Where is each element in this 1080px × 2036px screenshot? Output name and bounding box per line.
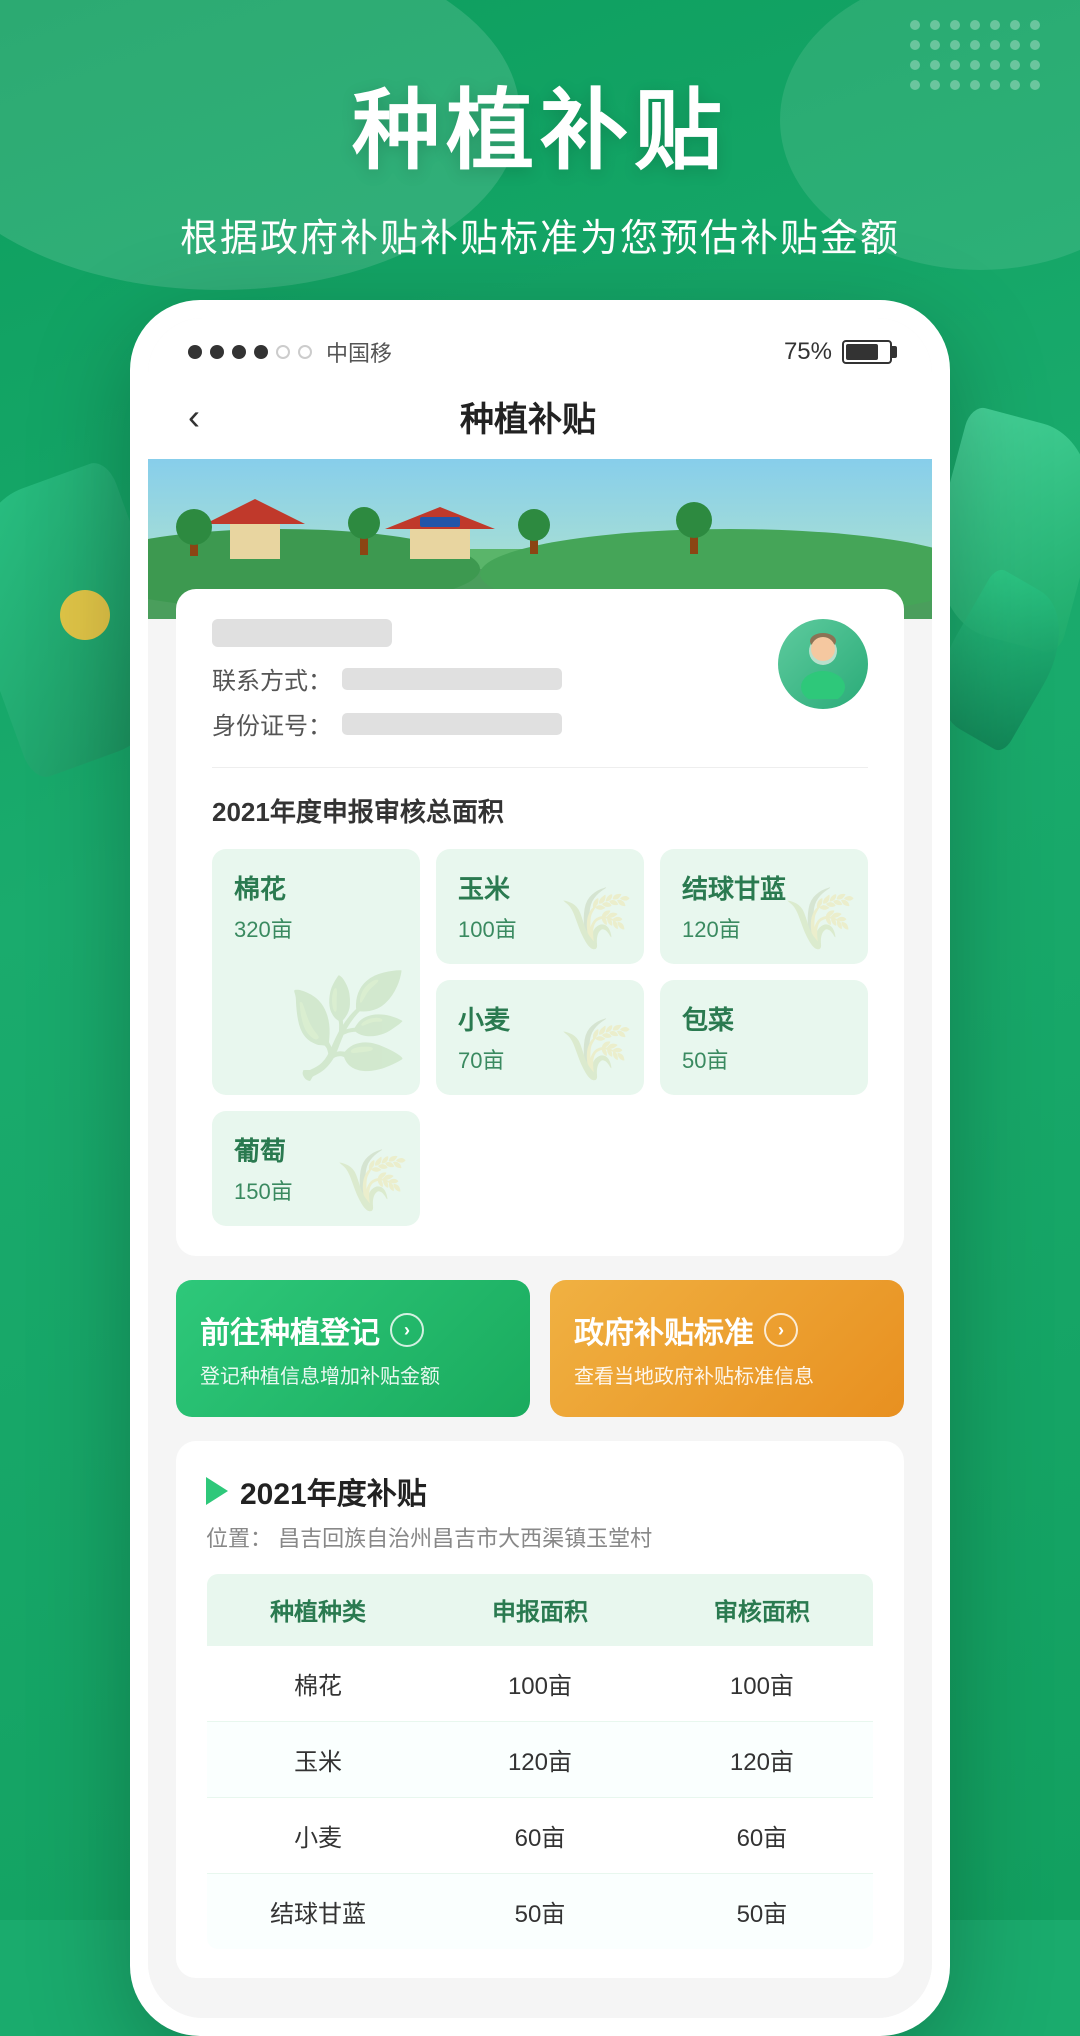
crop-icon-grape: 🌾 [335,1145,410,1216]
signal-dot-3 [232,345,246,359]
table-cell-reviewed: 50亩 [651,1874,874,1950]
subsidy-title: 2021年度补贴 [240,1469,427,1513]
user-id-field: 身份证号： [212,706,778,741]
carrier-label: 中国移 [326,336,392,368]
table-cell-declared: 100亩 [429,1646,651,1722]
back-button[interactable]: ‹ [188,396,200,438]
table-row: 棉花 100亩 100亩 [207,1646,874,1722]
phone-outer: 中国移 75% ‹ 种植补贴 [130,300,950,2036]
nav-bar: ‹ 种植补贴 [148,378,932,459]
table-cell-crop: 玉米 [207,1722,430,1798]
stats-section: 2021年度申报审核总面积 棉花 320亩 🌿 玉米 100亩 [212,792,868,1226]
sub-title: 根据政府补贴补贴标准为您预估补贴金额 [0,207,1080,262]
battery-percent: 75% [784,338,832,366]
crop-amount-cotton: 320亩 [234,912,398,944]
avatar-svg [788,629,858,699]
crop-grid: 棉花 320亩 🌿 玉米 100亩 🌾 [212,849,868,1226]
nav-title: 种植补贴 [200,392,856,441]
register-button[interactable]: 前往种植登记 › 登记种植信息增加补贴金额 [176,1280,530,1417]
table-cell-crop: 结球甘蓝 [207,1874,430,1950]
crop-name-pakchoi: 包菜 [682,1000,846,1037]
status-bar: 中国移 75% [148,318,932,378]
battery-fill [846,344,878,360]
signal-dot-6 [298,345,312,359]
crop-card-corn: 玉米 100亩 🌾 [436,849,644,964]
table-cell-crop: 棉花 [207,1646,430,1722]
signal-dot-5 [276,345,290,359]
signal-dot-4 [254,345,268,359]
stats-title: 2021年度申报审核总面积 [212,792,868,829]
table-cell-reviewed: 60亩 [651,1798,874,1874]
avatar [778,619,868,709]
phone-mockup: 中国移 75% ‹ 种植补贴 [130,300,950,2036]
crop-icon-corn: 🌾 [559,883,634,954]
table-header-row: 种植种类 申报面积 审核面积 [207,1574,874,1646]
contact-label: 联系方式： [212,661,332,696]
subsidy-location: 位置： 昌吉回族自治州昌吉市大西渠镇玉堂村 [206,1521,874,1553]
status-left: 中国移 [188,336,392,368]
crop-icon-wheat: 🌾 [559,1014,634,1085]
table-header-declared: 申报面积 [429,1574,651,1646]
table-row: 结球甘蓝 50亩 50亩 [207,1874,874,1950]
contact-value-blurred [342,668,562,690]
content-area: 联系方式： 身份证号： [148,589,932,2018]
crop-card-cotton: 棉花 320亩 🌿 [212,849,420,1095]
table-row: 小麦 60亩 60亩 [207,1798,874,1874]
fruit-decoration [60,590,110,640]
triangle-icon [206,1477,228,1505]
crop-card-cabbage: 结球甘蓝 120亩 🌾 [660,849,868,964]
signal-dot-1 [188,345,202,359]
register-button-subtitle: 登记种植信息增加补贴金额 [200,1360,506,1389]
table-cell-declared: 120亩 [429,1722,651,1798]
main-title: 种植补贴 [0,60,1080,187]
signal-dot-2 [210,345,224,359]
table-cell-declared: 50亩 [429,1874,651,1950]
crop-card-grape: 葡萄 150亩 🌾 [212,1111,420,1226]
user-name-blurred [212,619,392,647]
standard-button[interactable]: 政府补贴标准 › 查看当地政府补贴标准信息 [550,1280,904,1417]
standard-arrow-icon: › [764,1313,798,1347]
table-header-reviewed: 审核面积 [651,1574,874,1646]
divider [212,767,868,768]
battery-icon [842,340,892,364]
crop-amount-pakchoi: 50亩 [682,1043,846,1075]
user-row: 联系方式： 身份证号： [212,619,868,751]
register-button-title: 前往种植登记 › [200,1308,506,1352]
table-row: 玉米 120亩 120亩 [207,1722,874,1798]
id-value-blurred [342,713,562,735]
standard-button-title: 政府补贴标准 › [574,1308,880,1352]
battery-tip [892,346,897,358]
user-card: 联系方式： 身份证号： [176,589,904,1256]
crop-card-pakchoi: 包菜 50亩 [660,980,868,1095]
subsidy-table: 种植种类 申报面积 审核面积 棉花 100亩 100亩 玉米 120亩 120亩… [206,1573,874,1950]
table-header-crop: 种植种类 [207,1574,430,1646]
subsidy-header: 2021年度补贴 [206,1469,874,1513]
crop-name-cotton: 棉花 [234,869,398,906]
status-right: 75% [784,338,892,366]
phone-inner: 中国移 75% ‹ 种植补贴 [148,318,932,2018]
standard-button-subtitle: 查看当地政府补贴标准信息 [574,1360,880,1389]
table-cell-reviewed: 120亩 [651,1722,874,1798]
table-cell-reviewed: 100亩 [651,1646,874,1722]
crop-icon-cabbage: 🌾 [783,883,858,954]
table-cell-declared: 60亩 [429,1798,651,1874]
subsidy-section: 2021年度补贴 位置： 昌吉回族自治州昌吉市大西渠镇玉堂村 种植种类 申报面积… [176,1441,904,1978]
user-contact-field: 联系方式： [212,661,778,696]
register-arrow-icon: › [390,1313,424,1347]
id-label: 身份证号： [212,706,332,741]
table-cell-crop: 小麦 [207,1798,430,1874]
header-area: 种植补贴 根据政府补贴补贴标准为您预估补贴金额 [0,60,1080,262]
action-row: 前往种植登记 › 登记种植信息增加补贴金额 政府补贴标准 › 查看当地政府补贴标… [176,1280,904,1417]
crop-card-wheat: 小麦 70亩 🌾 [436,980,644,1095]
user-info: 联系方式： 身份证号： [212,619,778,751]
crop-icon-cotton: 🌿 [285,968,410,1085]
